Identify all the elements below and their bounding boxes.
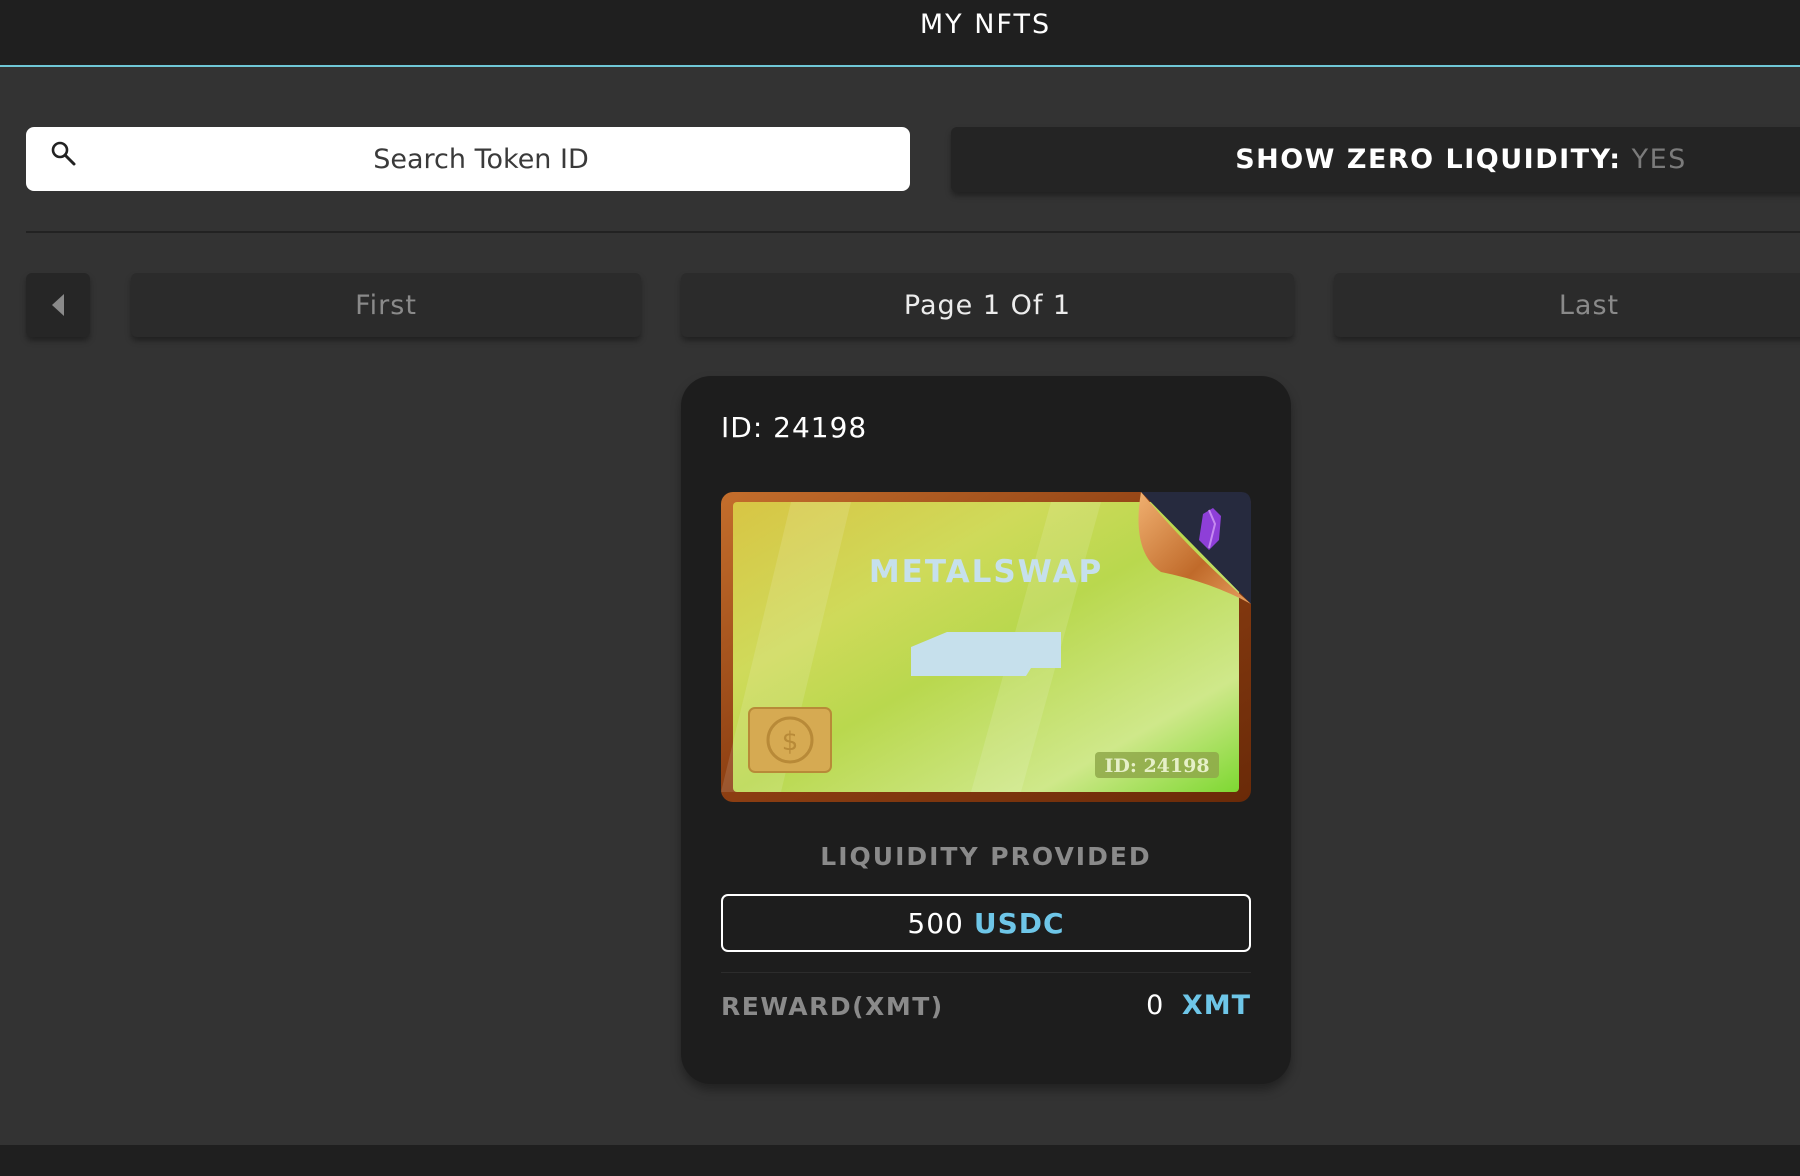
reward-token: XMT <box>1181 990 1251 1021</box>
zero-liquidity-value: YES <box>1631 144 1687 175</box>
liquidity-label: LIQUIDITY PROVIDED <box>820 842 1152 871</box>
reward-amount: 0 <box>1146 990 1165 1021</box>
nft-brand-text: METALSWAP <box>869 554 1103 590</box>
reward-value: 0 XMT <box>1146 990 1251 1021</box>
zero-liquidity-label: SHOW ZERO LIQUIDITY: <box>1235 144 1622 175</box>
nft-image: METALSWAP $ ID: 24198 <box>721 492 1251 802</box>
last-page-label: Last <box>1558 289 1620 321</box>
card-divider <box>721 972 1251 973</box>
liquidity-value-box: 500 USDC <box>721 894 1251 952</box>
page-indicator: Page 1 Of 1 <box>681 273 1294 337</box>
search-icon <box>51 141 76 166</box>
liquidity-amount: 500 <box>907 906 964 940</box>
prev-page-button[interactable] <box>26 273 90 337</box>
nft-badge: ID: 24198 <box>1104 755 1209 777</box>
search-box[interactable] <box>26 127 910 191</box>
nft-card[interactable]: ID: 24198 METALSWAP $ ID: 24198 LIQUIDIT… <box>681 376 1291 1084</box>
nft-id: ID: 24198 <box>721 411 868 444</box>
page-title: MY NFTS <box>919 9 1052 40</box>
divider <box>26 231 1800 233</box>
first-page-button[interactable]: First <box>131 273 641 337</box>
top-header: MY NFTS <box>0 0 1800 67</box>
search-input[interactable] <box>86 127 876 191</box>
last-page-button[interactable]: Last <box>1334 273 1800 337</box>
show-zero-liquidity-toggle[interactable]: SHOW ZERO LIQUIDITY: YES <box>951 127 1800 192</box>
svg-text:$: $ <box>782 727 799 757</box>
footer-bar <box>0 1145 1800 1176</box>
liquidity-token: USDC <box>973 906 1065 940</box>
reward-label: REWARD(XMT) <box>721 992 944 1021</box>
caret-left-icon <box>52 294 64 316</box>
